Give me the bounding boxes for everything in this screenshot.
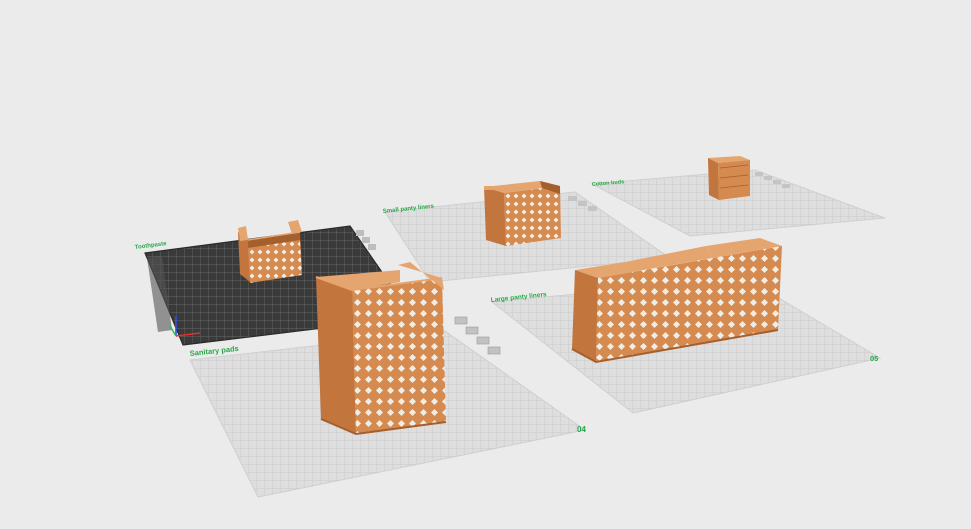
- plate-settings-icon[interactable]: [454, 316, 468, 325]
- lock-icon[interactable]: [782, 184, 790, 188]
- lock-icon[interactable]: [487, 346, 501, 355]
- model-toothpaste-holder[interactable]: [238, 220, 302, 283]
- plate-number: 05: [870, 354, 878, 363]
- model-small-liner-holder[interactable]: [484, 181, 561, 246]
- orient-icon[interactable]: [588, 206, 597, 211]
- arrange-icon[interactable]: [465, 326, 479, 335]
- plate-number: 04: [577, 425, 586, 434]
- arrange-icon[interactable]: [578, 201, 587, 206]
- plate-settings-icon[interactable]: [356, 230, 364, 236]
- orient-icon[interactable]: [773, 180, 781, 184]
- arrange-icon[interactable]: [764, 176, 772, 180]
- arrange-icon[interactable]: [362, 237, 370, 243]
- plate-settings-icon[interactable]: [568, 196, 577, 201]
- plate-settings-icon[interactable]: [755, 172, 763, 176]
- plate-label: Toothpaste: [135, 241, 168, 251]
- model-cotton-buds-holder[interactable]: [708, 156, 750, 200]
- model-sanitary-pads-holder[interactable]: [315, 262, 447, 436]
- orient-icon[interactable]: [368, 244, 376, 250]
- 3d-viewport[interactable]: Toothpaste Small panty liners Cotton bud…: [0, 0, 971, 529]
- orient-icon[interactable]: [476, 336, 490, 345]
